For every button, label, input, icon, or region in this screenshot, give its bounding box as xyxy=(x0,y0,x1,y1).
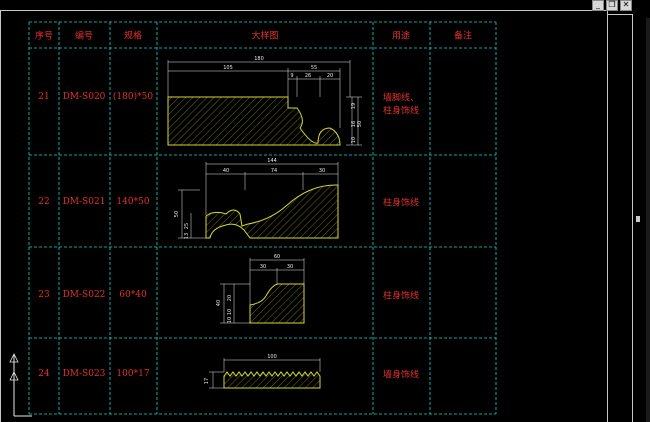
svg-text:10: 10 xyxy=(351,137,357,143)
row-22-code: DM-S021 xyxy=(62,197,106,207)
svg-text:26: 26 xyxy=(305,73,311,79)
row-24-seq: 24 xyxy=(38,369,50,379)
header-seq: 序号 xyxy=(34,31,54,42)
header-note: 备注 xyxy=(453,31,473,42)
svg-text:16: 16 xyxy=(351,121,357,127)
svg-text:144: 144 xyxy=(267,158,277,164)
profile-21: 180 105 55 9 26 20 50 19 16 10 xyxy=(167,56,363,146)
svg-text:20: 20 xyxy=(227,295,233,301)
svg-text:10: 10 xyxy=(227,317,233,323)
row-23-seq: 23 xyxy=(38,290,50,300)
svg-text:50: 50 xyxy=(174,211,180,217)
svg-text:30: 30 xyxy=(260,264,266,270)
cad-drawing-canvas[interactable]: 180 105 55 9 26 20 50 19 16 10 144 40 74… xyxy=(0,0,650,422)
svg-text:10: 10 xyxy=(227,309,233,315)
row-24-usage: 墙身饰线 xyxy=(382,370,420,381)
row-21-usage-1: 墙脚线、 xyxy=(382,93,420,104)
header-spec: 规格 xyxy=(123,31,143,42)
header-usage: 用途 xyxy=(391,31,411,42)
profile-24: 100 17 xyxy=(204,354,321,389)
svg-text:40: 40 xyxy=(223,168,229,174)
profile-23: 60 30 30 40 20 10 10 xyxy=(216,254,305,324)
svg-text:180: 180 xyxy=(254,56,264,62)
row-21-code: DM-S020 xyxy=(62,92,106,102)
row-21-spec: (180)*50 xyxy=(112,92,154,102)
svg-text:17: 17 xyxy=(204,378,210,384)
svg-text:40: 40 xyxy=(216,300,222,306)
row-22-spec: 140*50 xyxy=(116,197,150,207)
row-23-usage: 柱身饰线 xyxy=(382,291,420,302)
svg-text:105: 105 xyxy=(223,65,233,71)
svg-text:30: 30 xyxy=(287,264,293,270)
svg-text:74: 74 xyxy=(271,168,277,174)
row-24-code: DM-S023 xyxy=(62,369,106,379)
row-23-spec: 60*40 xyxy=(119,290,147,300)
svg-text:100: 100 xyxy=(267,354,277,360)
header-code: 编号 xyxy=(74,31,94,42)
svg-text:13: 13 xyxy=(184,233,190,239)
row-24-spec: 100*17 xyxy=(116,369,150,379)
svg-text:55: 55 xyxy=(311,65,317,71)
svg-text:30: 30 xyxy=(319,168,325,174)
svg-text:25: 25 xyxy=(184,223,190,229)
header-sample: 大样图 xyxy=(251,31,279,42)
svg-text:50: 50 xyxy=(357,121,363,127)
row-21-seq: 21 xyxy=(38,92,50,102)
svg-text:20: 20 xyxy=(327,73,333,79)
profile-22: 144 40 74 30 50 25 13 xyxy=(174,158,339,239)
viewport-marker xyxy=(636,216,640,222)
row-23-code: DM-S022 xyxy=(62,290,106,300)
row-22-usage: 柱身饰线 xyxy=(382,198,420,209)
svg-text:19: 19 xyxy=(351,103,357,109)
svg-text:60: 60 xyxy=(274,254,280,260)
ucs-axis-icon xyxy=(9,353,32,417)
svg-text:9: 9 xyxy=(290,73,293,79)
row-22-seq: 22 xyxy=(38,197,50,207)
table-grid xyxy=(28,21,497,415)
row-21-usage-2: 柱身饰线 xyxy=(382,106,420,117)
